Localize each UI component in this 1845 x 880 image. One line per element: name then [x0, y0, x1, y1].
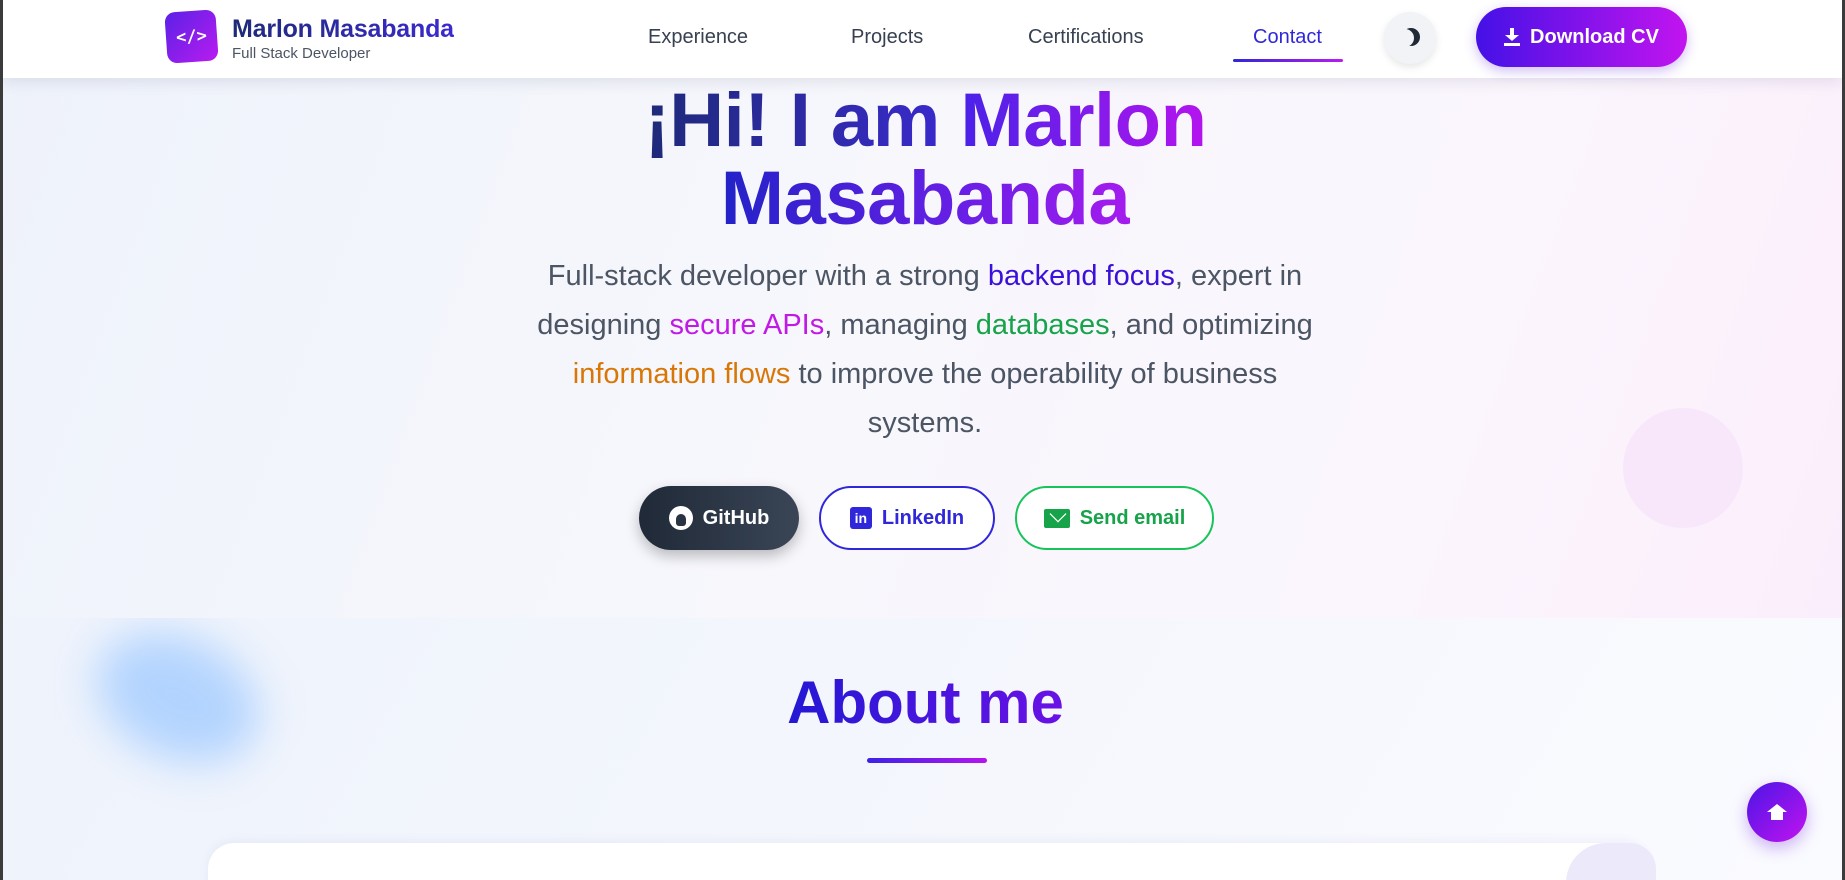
download-cv-button[interactable]: Download CV: [1476, 7, 1687, 67]
highlight-information-flows: information flows: [572, 358, 791, 390]
download-icon: [1504, 28, 1521, 46]
desc-text: , and optimizing: [1109, 309, 1313, 341]
hero-title-greeting: ¡Hi! I am: [644, 78, 961, 163]
about-title: About me: [3, 668, 1842, 737]
site-header: </> Marlon Masabanda Full Stack Develope…: [3, 0, 1842, 78]
desc-text: Full-stack developer with a strong: [547, 260, 988, 292]
hero-title-last-name: Masabanda: [720, 156, 1131, 241]
envelope-icon: [1043, 508, 1070, 528]
hero-title-first-name: Marlon: [960, 78, 1207, 163]
theme-toggle-button[interactable]: [1384, 12, 1436, 64]
nav-item-projects[interactable]: Projects: [851, 26, 923, 49]
hero-section: ¡Hi! I am Marlon Masabanda Full-stack de…: [3, 0, 1842, 618]
github-button[interactable]: GitHub: [639, 486, 799, 550]
github-button-label: GitHub: [702, 506, 770, 529]
about-section: About me: [3, 618, 1842, 880]
desc-text: , managing: [824, 309, 976, 341]
hero-title: ¡Hi! I am Marlon Masabanda: [3, 82, 1842, 238]
nav-active-indicator: [1233, 59, 1343, 62]
desc-text: to improve the operability of business s…: [790, 358, 1278, 439]
linkedin-button-label: LinkedIn: [881, 506, 965, 529]
logo-code-icon[interactable]: </>: [164, 9, 219, 64]
hero-description: Full-stack developer with a strong backe…: [515, 252, 1335, 448]
send-email-button-label: Send email: [1079, 506, 1186, 529]
about-title-text: About me: [787, 669, 1064, 736]
highlight-secure-apis: secure APIs: [669, 309, 825, 341]
github-icon: [668, 506, 693, 530]
home-icon: [1767, 804, 1787, 820]
scroll-home-button[interactable]: [1747, 782, 1807, 842]
linkedin-button[interactable]: in LinkedIn: [819, 486, 995, 550]
brand-subtitle: Full Stack Developer: [232, 45, 371, 62]
browser-viewport: ¡Hi! I am Marlon Masabanda Full-stack de…: [0, 0, 1845, 880]
about-card: [208, 843, 1648, 880]
download-cv-label: Download CV: [1530, 25, 1659, 48]
send-email-button[interactable]: Send email: [1015, 486, 1214, 550]
about-title-underline: [867, 758, 987, 763]
nav-item-contact[interactable]: Contact: [1253, 26, 1322, 49]
highlight-backend-focus: backend focus: [987, 260, 1175, 292]
decorative-circle: [1623, 408, 1743, 528]
moon-icon: [1396, 29, 1414, 47]
linkedin-icon: in: [849, 507, 872, 529]
nav-item-certifications[interactable]: Certifications: [1028, 26, 1144, 49]
brand-name[interactable]: Marlon Masabanda: [232, 15, 454, 44]
nav-item-experience[interactable]: Experience: [648, 26, 748, 49]
highlight-databases: databases: [975, 309, 1110, 341]
